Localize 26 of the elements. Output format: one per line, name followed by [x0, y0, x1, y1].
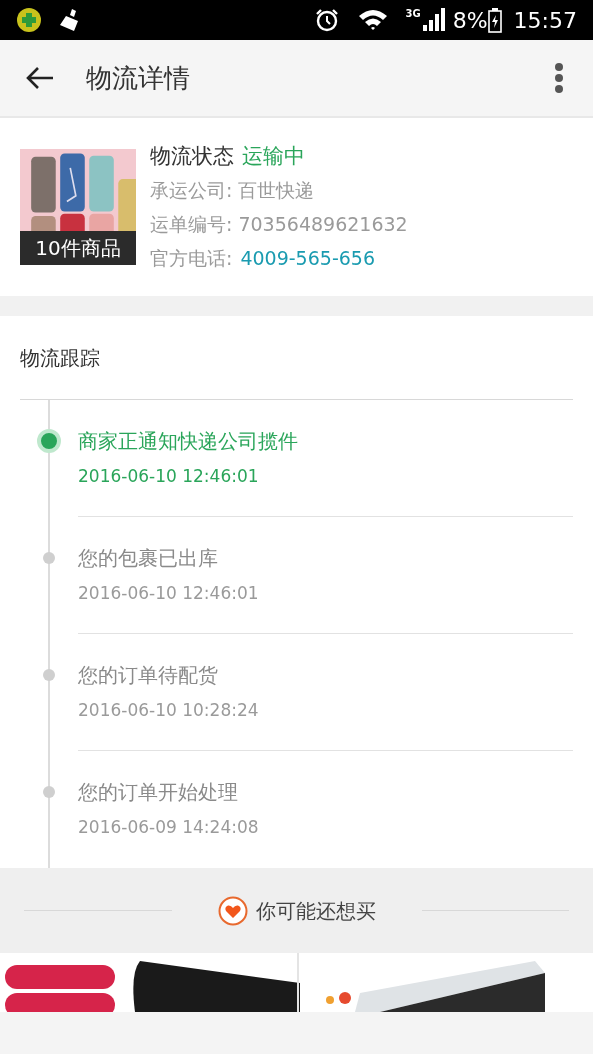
- event-text: 您的订单开始处理: [78, 779, 239, 806]
- item-count-label: 10件商品: [20, 231, 136, 265]
- carrier-text: 承运公司: 百世快递: [150, 178, 316, 203]
- more-icon: [554, 62, 564, 94]
- waybill-text: 运单编号: 70356489621632: [150, 212, 408, 237]
- network-type: 3G: [405, 7, 421, 21]
- phone-label: 官方电话:: [150, 246, 233, 271]
- page-title: 物流详情: [86, 61, 190, 95]
- status-label: 物流状态: [150, 143, 234, 170]
- event-time: 2016-06-10 12:46:01: [78, 582, 260, 605]
- status-value: 运输中: [242, 143, 305, 170]
- event-time: 2016-06-09 14:24:08: [78, 816, 260, 839]
- phone-link[interactable]: 4009-565-656: [240, 244, 375, 272]
- event-text: 商家正通知快递公司揽件: [78, 428, 299, 455]
- battery-charging-icon: [487, 7, 502, 33]
- section-title: 物流跟踪: [20, 344, 100, 372]
- app-icon: [16, 7, 42, 33]
- signal-icon: [420, 8, 445, 32]
- clock-time: 15:57: [513, 6, 577, 35]
- event-time: 2016-06-10 10:28:24: [78, 699, 260, 722]
- event-text: 您的包裹已出库: [78, 545, 219, 572]
- recommend-title: 你可能还想买: [255, 897, 376, 925]
- event-time: 2016-06-10 12:46:01: [78, 465, 260, 488]
- event-text: 您的订单待配货: [78, 662, 219, 689]
- back-arrow-icon: [25, 66, 55, 90]
- battery-percent: 8%: [452, 6, 488, 35]
